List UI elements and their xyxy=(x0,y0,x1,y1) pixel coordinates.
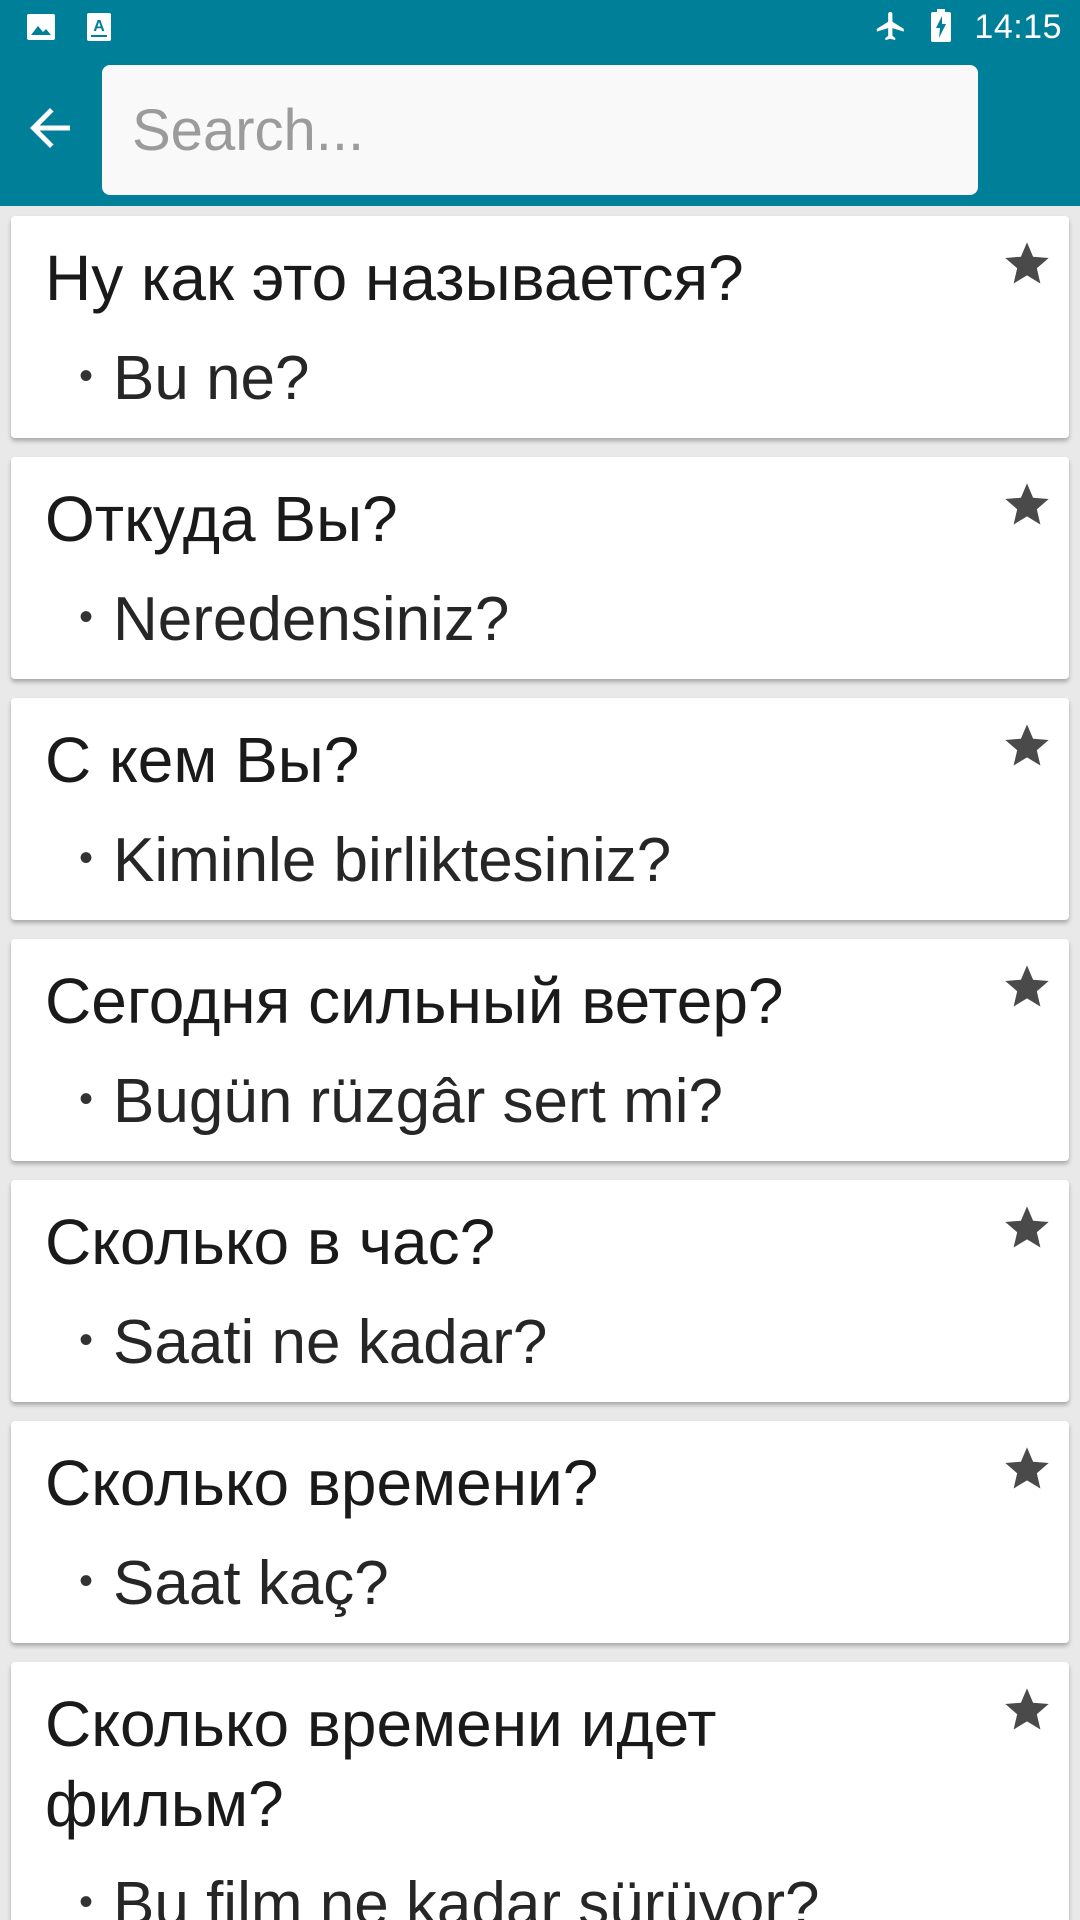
phrase-answer-text: Neredensiniz? xyxy=(113,585,510,654)
star-icon[interactable] xyxy=(1001,720,1053,772)
phrase-answer: • Bu film ne kadar sürüyor? xyxy=(79,1862,819,1920)
phrase-card[interactable]: Откуда Вы? • Neredensiniz? xyxy=(11,457,1069,679)
bullet-icon: • xyxy=(79,1880,94,1920)
arrow-left-icon xyxy=(20,98,80,162)
bullet-icon: • xyxy=(79,1077,94,1121)
phrase-card[interactable]: Сколько в час? • Saati ne kadar? xyxy=(11,1180,1069,1402)
search-box[interactable] xyxy=(102,65,978,195)
bullet-icon: • xyxy=(79,1318,94,1362)
bullet-icon: • xyxy=(79,354,94,398)
phrase-question: Сегодня сильный ветер? xyxy=(45,965,784,1037)
phrase-answer: • Neredensiniz? xyxy=(79,577,509,660)
phrase-card[interactable]: Сколько времени идет фильм? • Bu film ne … xyxy=(11,1662,1069,1920)
status-time: 14:15 xyxy=(974,8,1062,46)
phrase-card[interactable]: Сегодня сильный ветер? • Bugün rüzgâr ser… xyxy=(11,939,1069,1161)
star-icon[interactable] xyxy=(1001,238,1053,290)
phrase-answer-text: Saati ne kadar? xyxy=(113,1308,548,1377)
phrase-answer: • Saat kaç? xyxy=(79,1541,389,1624)
phrase-answer-text: Kiminle birliktesiniz? xyxy=(113,826,672,895)
bullet-icon: • xyxy=(79,595,94,639)
phrase-question: Ну как это называется? xyxy=(45,242,744,314)
phrase-answer: • Saati ne kadar? xyxy=(79,1300,547,1383)
image-icon xyxy=(26,13,56,45)
back-button[interactable] xyxy=(14,94,86,166)
toolbar xyxy=(0,56,1080,206)
airplane-icon xyxy=(874,9,908,47)
app-bar: A 14:15 xyxy=(0,0,1080,206)
bullet-icon: • xyxy=(79,1559,94,1603)
star-icon[interactable] xyxy=(1001,1443,1053,1495)
svg-text:A: A xyxy=(93,18,105,35)
phrase-answer: • Kiminle birliktesiniz? xyxy=(79,818,671,901)
star-icon[interactable] xyxy=(1001,479,1053,531)
phrase-answer: • Bu ne? xyxy=(79,336,310,419)
battery-charging-icon xyxy=(930,8,952,47)
phrase-question: Сколько времени идет фильм? xyxy=(45,1688,717,1840)
text-recognition-icon: A xyxy=(86,12,112,46)
phrase-answer: • Bugün rüzgâr sert mi? xyxy=(79,1059,723,1142)
search-input[interactable] xyxy=(102,65,978,195)
phrase-card[interactable]: С кем Вы? • Kiminle birliktesiniz? xyxy=(11,698,1069,920)
phrase-list: Ну как это называется? • Bu ne? Откуда Вы… xyxy=(0,206,1080,1920)
phrase-answer-text: Bugün rüzgâr sert mi? xyxy=(113,1067,723,1136)
star-icon[interactable] xyxy=(1001,1202,1053,1254)
phrase-answer-text: Saat kaç? xyxy=(113,1549,389,1618)
star-icon[interactable] xyxy=(1001,1684,1053,1736)
status-bar: A 14:15 xyxy=(0,0,1080,56)
phrase-question: Сколько времени? xyxy=(45,1447,599,1519)
bullet-icon: • xyxy=(79,836,94,880)
star-icon[interactable] xyxy=(1001,961,1053,1013)
phrase-question: С кем Вы? xyxy=(45,724,360,796)
phrase-question: Сколько в час? xyxy=(45,1206,496,1278)
phrase-card[interactable]: Ну как это называется? • Bu ne? xyxy=(11,216,1069,438)
phrase-answer-text: Bu ne? xyxy=(113,344,310,413)
phrase-card[interactable]: Сколько времени? • Saat kaç? xyxy=(11,1421,1069,1643)
phrase-answer-text: Bu film ne kadar sürüyor? xyxy=(113,1870,820,1920)
phrase-question: Откуда Вы? xyxy=(45,483,398,555)
